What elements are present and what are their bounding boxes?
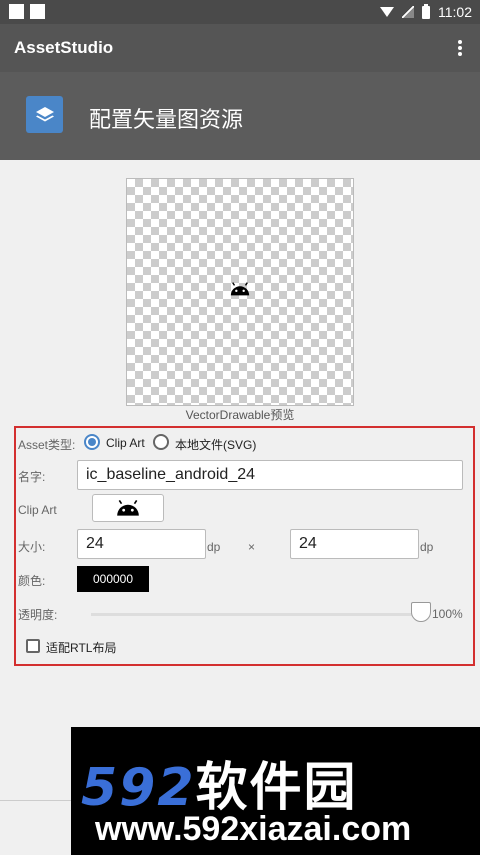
clip-art-button[interactable] <box>92 494 164 522</box>
name-input[interactable]: ic_baseline_android_24 <box>77 460 463 490</box>
android-icon <box>230 282 250 296</box>
opacity-slider-thumb[interactable] <box>411 602 431 622</box>
vector-preview <box>126 178 354 406</box>
opacity-value: 100% <box>432 607 463 621</box>
wifi-icon <box>380 7 394 17</box>
rtl-label: 适配RTL布局 <box>46 641 117 655</box>
battery-icon <box>422 3 430 19</box>
color-swatch[interactable]: 000000 <box>77 566 149 592</box>
watermark-logo: 592软件园 <box>81 758 358 818</box>
app-title: AssetStudio <box>14 38 114 57</box>
status-bar: 11:02 <box>0 0 480 24</box>
radio-local-svg[interactable] <box>153 434 169 450</box>
layers-icon <box>26 96 63 133</box>
app-bar: AssetStudio <box>0 24 480 72</box>
notification-icon <box>30 4 45 19</box>
times-sign: × <box>248 540 256 554</box>
opacity-slider[interactable] <box>91 613 421 616</box>
radio-local-svg-label[interactable]: 本地文件(SVG) <box>175 436 256 453</box>
height-unit: dp <box>420 540 434 554</box>
radio-clip-art[interactable] <box>84 434 100 450</box>
notification-icon <box>9 4 24 19</box>
no-signal-icon <box>402 6 414 18</box>
height-input[interactable]: 24 <box>290 529 419 559</box>
clip-art-label: Clip Art <box>18 503 57 517</box>
asset-type-label: Asset类型: <box>18 438 76 452</box>
width-unit: dp <box>207 540 221 554</box>
size-label: 大小: <box>18 540 46 554</box>
radio-clip-art-label[interactable]: Clip Art <box>106 436 145 450</box>
opacity-label: 透明度: <box>18 608 58 622</box>
preview-caption: VectorDrawable预览 <box>185 408 295 422</box>
status-time: 11:02 <box>438 4 472 20</box>
name-label: 名字: <box>18 470 46 484</box>
divider <box>0 800 71 801</box>
asset-config-form: Asset类型: Clip Art 本地文件(SVG) 名字: ic_basel… <box>14 426 475 666</box>
page-title: 配置矢量图资源 <box>89 108 244 133</box>
width-input[interactable]: 24 <box>77 529 206 559</box>
watermark-url: www.592xiazai.com <box>95 810 412 848</box>
watermark: 592软件园 www.592xiazai.com <box>71 727 480 855</box>
rtl-checkbox[interactable] <box>26 639 40 653</box>
color-label: 颜色: <box>18 574 46 588</box>
android-icon <box>117 500 139 516</box>
more-options-icon[interactable] <box>450 38 470 58</box>
page-header: 配置矢量图资源 <box>0 72 480 160</box>
